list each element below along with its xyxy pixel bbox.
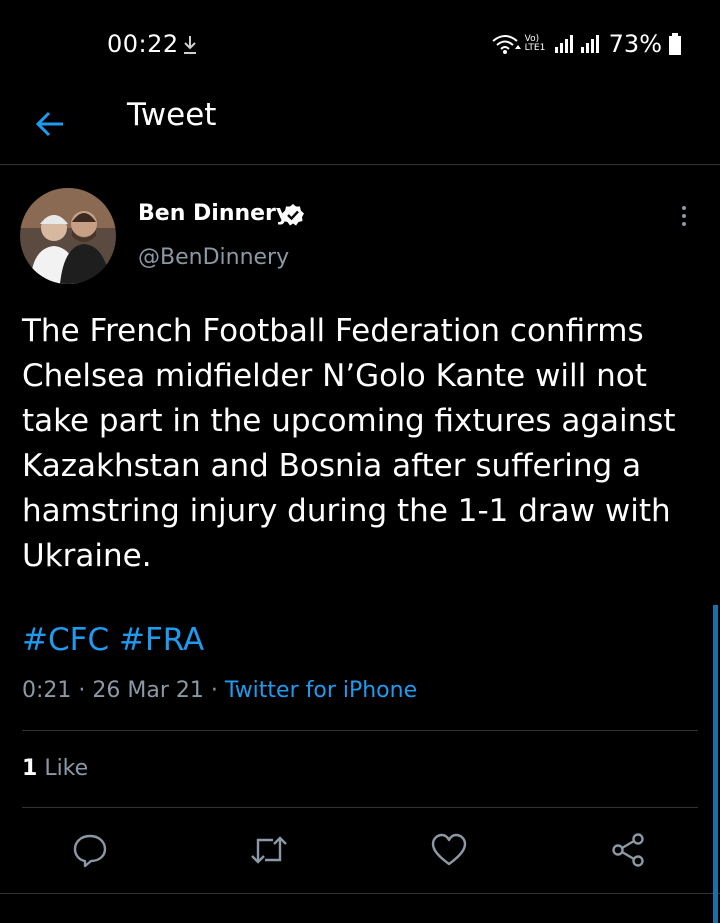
avatar[interactable] xyxy=(20,188,116,284)
more-options-button[interactable] xyxy=(668,198,700,234)
divider xyxy=(22,730,698,731)
status-bar: 00:22 Vo) LTE1 73% xyxy=(0,0,720,88)
status-time: 00:22 xyxy=(107,30,179,58)
status-indicators: Vo) LTE1 73% xyxy=(491,30,682,58)
battery-icon xyxy=(669,33,681,55)
author-handle[interactable]: @BenDinnery xyxy=(138,245,289,270)
signal-icon xyxy=(554,35,573,53)
signal-icon-2 xyxy=(580,35,599,53)
meta-separator: · xyxy=(78,678,86,703)
hashtag-link[interactable]: #FRA xyxy=(119,622,204,658)
arrow-left-icon xyxy=(35,111,63,137)
like-label: Like xyxy=(44,756,89,781)
meta-separator: · xyxy=(210,678,218,703)
retweet-icon xyxy=(251,836,287,864)
author-name[interactable]: Ben Dinnery xyxy=(138,201,290,226)
page-title: Tweet xyxy=(127,97,217,133)
back-button[interactable] xyxy=(26,100,74,148)
download-icon xyxy=(184,36,196,54)
more-icon-dot xyxy=(682,222,686,226)
tweet-source-link[interactable]: Twitter for iPhone xyxy=(225,678,417,703)
like-icon xyxy=(431,833,467,866)
battery-level: 73% xyxy=(608,30,662,58)
divider xyxy=(0,893,720,894)
hashtag-link[interactable]: #CFC xyxy=(22,622,109,658)
verified-icon xyxy=(282,204,304,226)
hashtag-list: #CFC #FRA xyxy=(22,622,204,658)
avatar-image xyxy=(20,188,116,284)
app-header: Tweet xyxy=(0,88,720,165)
tweet-action-bar xyxy=(0,810,720,894)
more-icon-dot xyxy=(682,206,686,210)
lte-label: LTE1 xyxy=(524,43,546,53)
network-type: Vo) LTE1 xyxy=(525,35,549,53)
reply-icon xyxy=(73,834,107,868)
likes-summary[interactable]: 1 Like xyxy=(22,756,88,781)
like-count: 1 xyxy=(22,756,38,781)
more-icon-dot xyxy=(682,214,686,218)
tweet-time: 0:21 xyxy=(22,678,72,703)
tweet-meta: 0:21 · 26 Mar 21 · Twitter for iPhone xyxy=(22,678,417,703)
share-icon xyxy=(612,833,644,867)
scrollbar[interactable] xyxy=(713,605,718,923)
wifi-icon xyxy=(492,35,521,54)
divider xyxy=(22,807,698,808)
tweet-date: 26 Mar 21 xyxy=(92,678,204,703)
reply-button[interactable] xyxy=(70,830,110,870)
tweet-text: The French Football Federation confirms … xyxy=(22,313,676,574)
share-button[interactable] xyxy=(608,830,648,870)
like-button[interactable] xyxy=(429,830,469,870)
retweet-button[interactable] xyxy=(249,830,289,870)
